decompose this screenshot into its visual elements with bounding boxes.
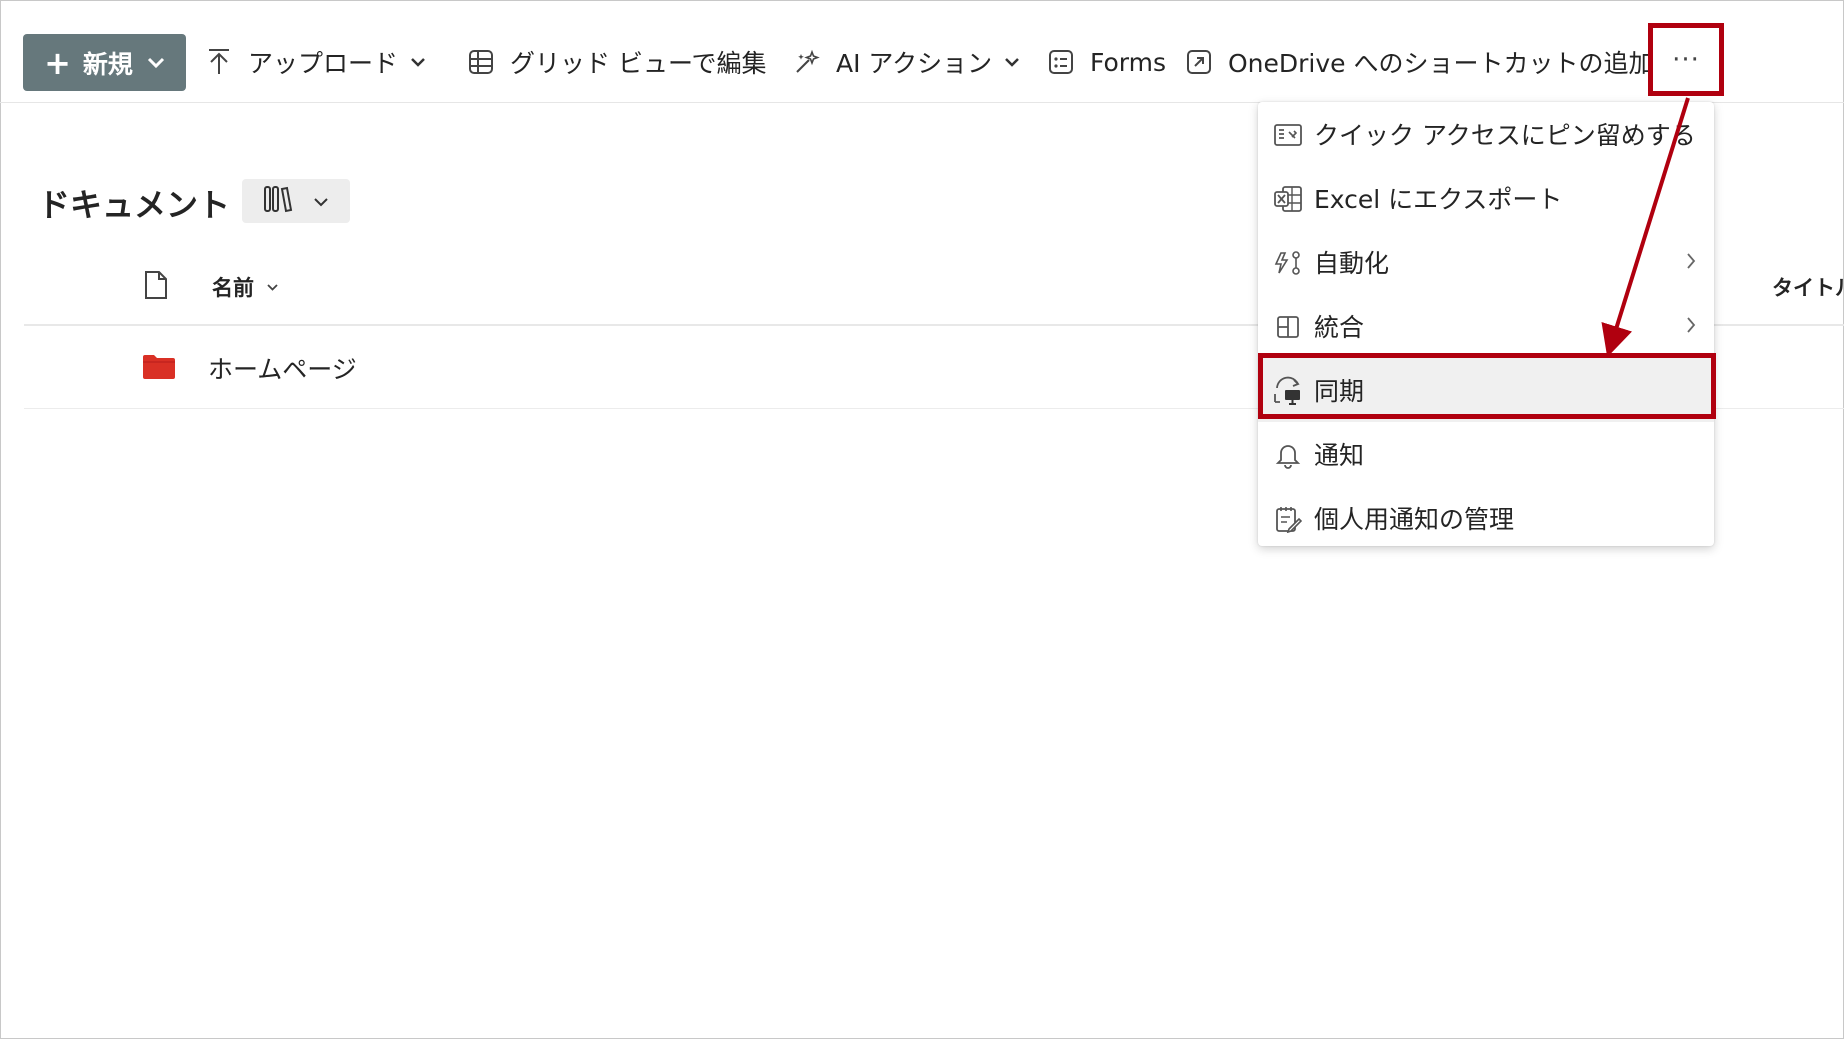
menu-item-label: 統合: [1314, 313, 1365, 342]
grid-icon: [466, 47, 496, 77]
more-options-icon: ···: [1672, 44, 1700, 75]
menu-item-pin-quick-access[interactable]: クイック アクセスにピン留めする: [1258, 102, 1714, 166]
menu-item-label: 同期: [1314, 377, 1365, 406]
upload-button[interactable]: アップロード: [204, 38, 426, 86]
column-name-label: 名前: [212, 276, 254, 300]
command-bar: + 新規 アップロード グリッド ビューで編集 AI アクション Forms O…: [0, 0, 1844, 103]
grid-view-edit-button[interactable]: グリッド ビューで編集: [466, 38, 766, 86]
chevron-down-icon: [147, 57, 165, 69]
column-title-header[interactable]: タイトル: [1772, 272, 1844, 302]
menu-item-export-excel[interactable]: Excel にエクスポート: [1258, 166, 1714, 230]
chevron-down-icon: [410, 57, 426, 67]
integrate-icon: [1272, 311, 1304, 343]
onedrive-shortcut-button[interactable]: OneDrive へのショートカットの追加: [1184, 38, 1654, 86]
library-icon: [263, 185, 293, 217]
menu-item-label: 個人用通知の管理: [1314, 505, 1515, 534]
menu-item-label: 自動化: [1314, 249, 1390, 278]
folder-icon: [142, 354, 176, 384]
forms-button[interactable]: Forms: [1046, 38, 1166, 86]
menu-item-integrate[interactable]: 統合: [1258, 294, 1714, 358]
view-switcher-button[interactable]: [242, 179, 350, 223]
forms-label: Forms: [1090, 47, 1167, 77]
plus-icon: +: [44, 43, 71, 82]
menu-item-sync[interactable]: 同期: [1258, 358, 1714, 422]
page-title: ドキュメント: [38, 186, 231, 224]
new-button-label: 新規: [82, 49, 133, 79]
shortcut-arrow-icon: [1184, 47, 1214, 77]
pin-quick-access-icon: [1272, 119, 1304, 151]
item-name[interactable]: ホームページ: [208, 350, 357, 386]
menu-item-notify[interactable]: 通知: [1258, 422, 1714, 486]
onedrive-shortcut-label: OneDrive へのショートカットの追加: [1228, 49, 1654, 78]
chevron-down-icon: [266, 283, 279, 292]
sync-icon: [1272, 375, 1304, 407]
grid-view-edit-label: グリッド ビューで編集: [510, 49, 767, 78]
menu-item-label: クイック アクセスにピン留めする: [1314, 121, 1696, 150]
manage-alerts-icon: [1272, 503, 1304, 535]
menu-item-manage-alerts[interactable]: 個人用通知の管理: [1258, 486, 1714, 550]
chevron-down-icon: [1004, 57, 1020, 67]
excel-icon: [1272, 183, 1304, 215]
column-name-header[interactable]: 名前: [212, 272, 279, 302]
chevron-down-icon: [313, 192, 329, 211]
upload-icon: [204, 47, 234, 77]
bell-icon: [1272, 439, 1304, 471]
sparkle-wand-icon: [792, 47, 822, 77]
new-button[interactable]: + 新規: [23, 34, 186, 91]
more-options-menu: クイック アクセスにピン留めする Excel にエクスポート 自動化 統合 同期: [1258, 102, 1714, 546]
menu-item-automate[interactable]: 自動化: [1258, 230, 1714, 294]
forms-icon: [1046, 47, 1076, 77]
menu-item-label: 通知: [1314, 441, 1365, 470]
automate-icon: [1272, 247, 1304, 279]
file-type-icon: [144, 270, 168, 304]
menu-item-label: Excel にエクスポート: [1314, 185, 1563, 214]
chevron-right-icon: [1686, 316, 1696, 334]
more-options-button[interactable]: ···: [1648, 23, 1724, 96]
ai-action-button[interactable]: AI アクション: [792, 38, 1020, 86]
ai-action-label: AI アクション: [836, 49, 993, 78]
chevron-right-icon: [1686, 252, 1696, 270]
upload-label: アップロード: [248, 49, 399, 78]
